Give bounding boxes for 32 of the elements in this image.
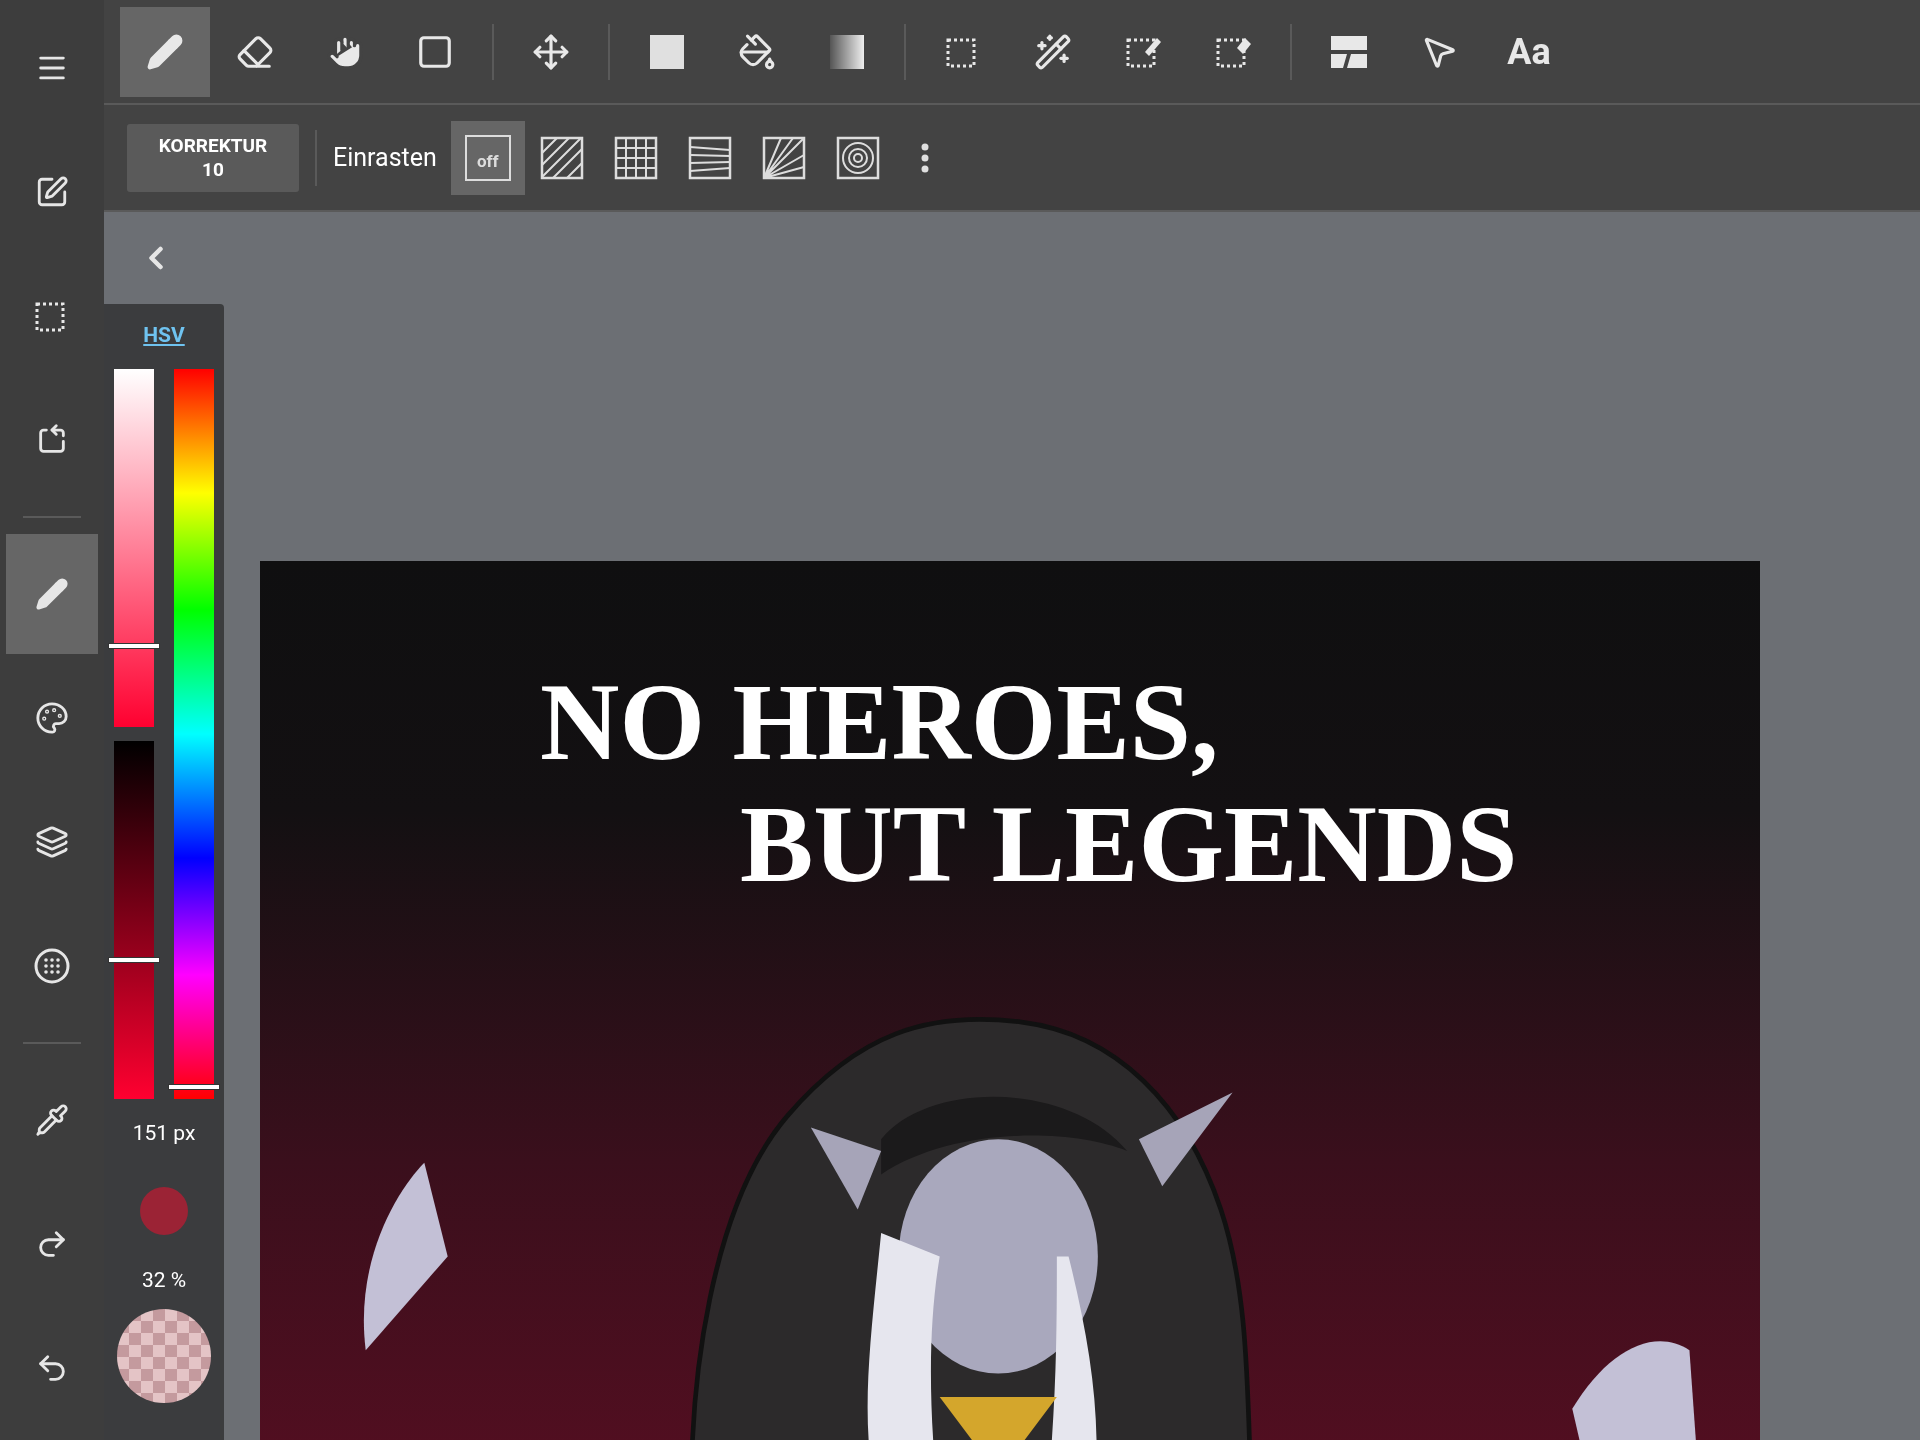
- radial-lines-icon: [760, 134, 807, 181]
- correction-button[interactable]: KORREKTUR 10: [127, 123, 299, 192]
- eyedropper-icon: [35, 1103, 69, 1137]
- tool-button[interactable]: [120, 6, 210, 97]
- layers-icon: [35, 825, 69, 859]
- tool-button[interactable]: Aa: [1484, 6, 1574, 97]
- concentric-circles-icon: [834, 134, 881, 181]
- magic-wand-icon: [1034, 32, 1072, 71]
- brush-size: 151 px: [132, 1119, 196, 1147]
- slider-thumb[interactable]: [168, 1083, 220, 1090]
- sidebar-button[interactable]: [6, 534, 98, 654]
- artwork-title: NO HEROES,: [540, 661, 1220, 783]
- more-icon: [920, 142, 929, 173]
- perspective-lines-icon: [686, 134, 733, 181]
- snap-off-label: off: [464, 134, 511, 181]
- slider-thumb[interactable]: [108, 642, 160, 649]
- parallel-lines-icon: [538, 134, 585, 181]
- snap-label: Einrasten: [333, 141, 437, 174]
- opacity-value: 32 %: [141, 1267, 187, 1294]
- edit-icon: [35, 175, 69, 209]
- artwork-title: BUT LEGENDS: [740, 783, 1519, 905]
- pencil-icon: [35, 577, 69, 611]
- paint-bucket-icon: [738, 32, 776, 71]
- color-mode-link[interactable]: HSV: [143, 320, 185, 352]
- pencil-icon: [146, 32, 184, 71]
- dotted-circle-icon: [33, 947, 71, 985]
- slider-thumb[interactable]: [108, 956, 160, 963]
- grid-icon: [612, 134, 659, 181]
- move-icon: [532, 32, 570, 71]
- snap-button[interactable]: off: [450, 120, 525, 195]
- palette-icon: [35, 701, 69, 735]
- brush-color-swatch[interactable]: [140, 1187, 188, 1235]
